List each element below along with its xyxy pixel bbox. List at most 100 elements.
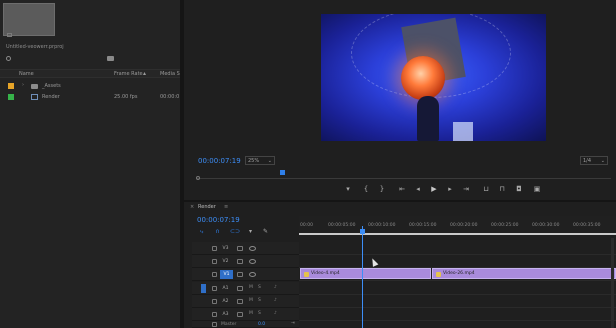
chevron-right-icon[interactable]: › — [22, 82, 24, 88]
sync-lock-icon[interactable] — [237, 272, 243, 277]
track-label[interactable]: A2 — [219, 297, 232, 306]
mute-button[interactable]: M — [249, 311, 253, 316]
sync-lock-icon[interactable] — [237, 312, 243, 317]
column-frame-rate[interactable]: Frame Rate — [114, 71, 143, 77]
ruler-label: 00:00:10:00 — [368, 223, 396, 228]
linked-selection-icon[interactable]: ⊂⊃ — [230, 228, 240, 235]
sync-lock-icon[interactable] — [237, 286, 243, 291]
solo-button[interactable]: S — [258, 311, 261, 316]
timeline-timecode[interactable]: 00:00:07:19 — [197, 216, 240, 224]
export-frame-icon[interactable]: ◘ — [514, 185, 524, 194]
lock-icon[interactable] — [212, 299, 217, 304]
track-header-v3: V3 — [192, 242, 299, 255]
solo-button[interactable]: S — [258, 298, 261, 303]
master-value[interactable]: 0.0 — [258, 322, 265, 327]
sync-lock-icon[interactable] — [237, 246, 243, 251]
clip-video-4[interactable]: Video-4.mp4 — [300, 268, 431, 279]
track-header-a3: A3 M S ♪ — [192, 308, 299, 321]
item-name: _Assets — [42, 83, 61, 89]
lock-icon[interactable] — [212, 286, 217, 291]
track-label[interactable]: V3 — [219, 244, 232, 253]
wrench-icon[interactable]: ✎ — [262, 228, 269, 235]
track-lane-a1[interactable] — [299, 282, 616, 295]
tab-render[interactable]: Render — [198, 204, 216, 210]
step-forward-icon[interactable]: ▸ — [445, 185, 455, 194]
eye-icon[interactable] — [249, 246, 256, 251]
disco-ball — [401, 56, 445, 100]
panel-menu-icon[interactable]: ≡ — [224, 204, 228, 210]
label-color-swatch[interactable] — [8, 94, 14, 100]
ruler-label: 00:00:05:00 — [328, 223, 356, 228]
source-patch-v1[interactable]: V1 — [220, 270, 233, 279]
fx-badge-icon — [304, 272, 309, 277]
lock-icon[interactable] — [212, 322, 217, 327]
marker-icon[interactable]: ▾ — [343, 185, 353, 194]
mic-icon[interactable]: ♪ — [274, 311, 277, 316]
source-patch-a1[interactable] — [201, 284, 206, 293]
go-to-out-icon[interactable]: ⇥ — [461, 185, 471, 194]
mute-button[interactable]: M — [249, 285, 253, 290]
clip-name: Video-26.mp4 — [443, 271, 475, 276]
eye-icon[interactable] — [249, 259, 256, 264]
track-label[interactable]: V2 — [219, 257, 232, 266]
mute-button[interactable]: M — [249, 298, 253, 303]
project-item-assets[interactable]: › _Assets — [0, 81, 180, 91]
sync-lock-icon[interactable] — [237, 259, 243, 264]
clip-video-26[interactable]: Video-26.mp4 — [432, 268, 616, 279]
column-name[interactable]: Name — [19, 71, 34, 77]
lock-icon[interactable] — [212, 259, 217, 264]
track-lane-a2[interactable] — [299, 295, 616, 308]
label-color-swatch[interactable] — [8, 83, 14, 89]
mark-out-icon[interactable]: } — [377, 185, 387, 194]
monitor-scrub-start — [196, 176, 200, 180]
lift-icon[interactable]: ⊔ — [481, 185, 491, 194]
compare-icon[interactable]: ▣ — [532, 185, 542, 194]
mic-icon[interactable]: ♪ — [274, 298, 277, 303]
search-icon[interactable] — [6, 56, 11, 61]
lock-icon[interactable] — [212, 246, 217, 251]
lock-icon[interactable] — [212, 312, 217, 317]
zoom-select[interactable]: 25% ⌄ — [245, 156, 275, 165]
column-media-start[interactable]: Media S — [160, 71, 180, 77]
add-marker-icon[interactable]: ▾ — [247, 228, 254, 235]
track-label[interactable]: A1 — [219, 284, 232, 293]
eye-icon[interactable] — [249, 272, 256, 277]
timeline-scrollbar[interactable] — [611, 238, 614, 328]
video-preview[interactable] — [321, 14, 546, 141]
master-label: Master — [221, 322, 237, 327]
mark-in-icon[interactable]: { — [361, 185, 371, 194]
monitor-timecode[interactable]: 00:00:07:19 — [198, 157, 241, 165]
ruler-label: 00:00:30:00 — [532, 223, 560, 228]
play-icon[interactable]: ▶ — [429, 185, 439, 194]
step-back-icon[interactable]: ◂ — [413, 185, 423, 194]
track-lane-v3[interactable] — [299, 242, 616, 255]
monitor-scrub-track[interactable] — [197, 178, 611, 179]
bin-icon — [7, 33, 12, 37]
resolution-value: 1/4 — [583, 158, 592, 164]
project-name: Untitled-veowerr.prproj — [6, 44, 64, 50]
close-icon[interactable]: × — [190, 204, 194, 210]
item-frame-rate: 25.00 fps — [114, 94, 138, 100]
go-to-end-icon[interactable]: ⇥ — [291, 321, 295, 326]
sync-lock-icon[interactable] — [237, 299, 243, 304]
project-item-render[interactable]: Render 25.00 fps 00:00:0 — [0, 92, 180, 102]
timeline-playhead[interactable] — [360, 229, 365, 234]
nest-icon[interactable]: ⤷ — [198, 228, 205, 235]
track-lane-a3[interactable] — [299, 308, 616, 321]
track-label[interactable]: A3 — [219, 310, 232, 319]
resolution-select[interactable]: 1/4 ⌄ — [580, 156, 608, 165]
new-bin-icon[interactable] — [107, 56, 114, 61]
item-media-start: 00:00:0 — [160, 94, 180, 100]
person-silhouette — [417, 96, 439, 141]
snap-icon[interactable]: ∩ — [214, 228, 221, 235]
lock-icon[interactable] — [212, 272, 217, 277]
solo-button[interactable]: S — [258, 285, 261, 290]
sort-up-icon[interactable]: ▴ — [143, 70, 146, 77]
extract-icon[interactable]: ⊓ — [497, 185, 507, 194]
project-thumbnail[interactable] — [3, 3, 55, 36]
go-to-in-icon[interactable]: ⇤ — [397, 185, 407, 194]
monitor-playhead[interactable] — [280, 170, 285, 175]
mic-icon[interactable]: ♪ — [274, 285, 277, 290]
track-lane-v2[interactable] — [299, 255, 616, 268]
work-area-bar[interactable] — [299, 233, 616, 235]
